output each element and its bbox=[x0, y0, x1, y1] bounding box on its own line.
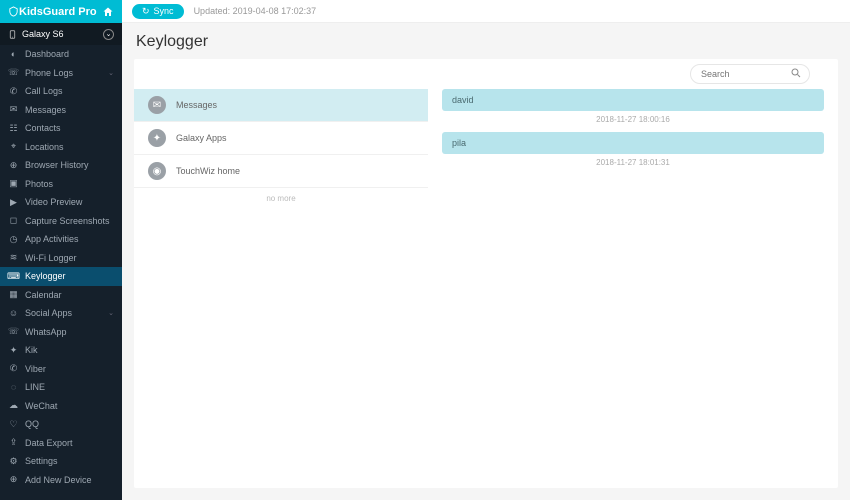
chat-icon: ☺ bbox=[8, 308, 19, 319]
search-row bbox=[442, 59, 824, 89]
shield-icon bbox=[8, 6, 19, 17]
contacts-icon: ☷ bbox=[8, 123, 19, 134]
log-timestamp: 2018-11-27 18:01:31 bbox=[442, 158, 824, 167]
refresh-icon: ↻ bbox=[142, 6, 150, 17]
device-selector[interactable]: Galaxy S6 ⌄ bbox=[0, 23, 122, 45]
chat-icon: ✉ bbox=[8, 104, 19, 115]
main: ↻ Sync Updated: 2019-04-08 17:02:37 Keyl… bbox=[122, 0, 850, 500]
app-item-touchwiz[interactable]: ◉ TouchWiz home bbox=[134, 155, 428, 188]
nav-dashboard[interactable]: ◐Dashboard bbox=[0, 45, 122, 64]
page-title: Keylogger bbox=[122, 23, 850, 59]
location-icon: ⌖ bbox=[8, 141, 19, 152]
log-entry[interactable]: pila bbox=[442, 132, 824, 154]
app-icon: ✦ bbox=[148, 129, 166, 147]
search-row-left bbox=[134, 59, 428, 89]
nav-line[interactable]: ◌LINE bbox=[0, 378, 122, 397]
nav-photos[interactable]: ▣Photos bbox=[0, 175, 122, 194]
topbar: ↻ Sync Updated: 2019-04-08 17:02:37 bbox=[122, 0, 850, 23]
keyboard-icon: ⌨ bbox=[8, 271, 19, 282]
app-list: ✉ Messages ✦ Galaxy Apps ◉ TouchWiz home… bbox=[134, 59, 428, 488]
sync-button[interactable]: ↻ Sync bbox=[132, 4, 184, 19]
line-icon: ◌ bbox=[8, 382, 19, 393]
log-entry[interactable]: david bbox=[442, 89, 824, 111]
no-more-label: no more bbox=[134, 188, 428, 209]
nav-data-export[interactable]: ⇪Data Export bbox=[0, 434, 122, 453]
video-icon: ▶ bbox=[8, 197, 19, 208]
viber-icon: ✆ bbox=[8, 363, 19, 374]
updated-label: Updated: 2019-04-08 17:02:37 bbox=[194, 6, 317, 16]
nav-qq[interactable]: ♡QQ bbox=[0, 415, 122, 434]
apps-icon: ◷ bbox=[8, 234, 19, 245]
log-timestamp: 2018-11-27 18:00:16 bbox=[442, 115, 824, 124]
home-icon[interactable] bbox=[102, 6, 114, 18]
nav-messages[interactable]: ✉Messages bbox=[0, 101, 122, 120]
export-icon: ⇪ bbox=[8, 437, 19, 448]
nav-keylogger[interactable]: ⌨Keylogger bbox=[0, 267, 122, 286]
chevron-down-icon: ⌄ bbox=[108, 69, 114, 77]
chevron-down-icon: ⌄ bbox=[103, 29, 114, 40]
sidebar: KidsGuard Pro Galaxy S6 ⌄ ◐Dashboard ☏Ph… bbox=[0, 0, 122, 500]
call-icon: ✆ bbox=[8, 86, 19, 97]
calendar-icon: ▦ bbox=[8, 289, 19, 300]
log-list: david 2018-11-27 18:00:16 pila 2018-11-2… bbox=[428, 59, 838, 488]
nav-app-activities[interactable]: ◷App Activities bbox=[0, 230, 122, 249]
whatsapp-icon: ☏ bbox=[8, 326, 19, 337]
gear-icon: ⚙ bbox=[8, 456, 19, 467]
nav-phone-logs[interactable]: ☏Phone Logs⌄ bbox=[0, 64, 122, 83]
phone-icon: ☏ bbox=[8, 67, 19, 78]
nav-calendar[interactable]: ▦Calendar bbox=[0, 286, 122, 305]
globe-icon: ⊕ bbox=[8, 160, 19, 171]
gauge-icon: ◐ bbox=[8, 49, 19, 60]
app-item-messages[interactable]: ✉ Messages bbox=[134, 89, 428, 122]
nav-contacts[interactable]: ☷Contacts bbox=[0, 119, 122, 138]
nav-call-logs[interactable]: ✆Call Logs bbox=[0, 82, 122, 101]
kik-icon: ✦ bbox=[8, 345, 19, 356]
nav-wechat[interactable]: ☁WeChat bbox=[0, 397, 122, 416]
wifi-icon: ≋ bbox=[8, 252, 19, 263]
nav-video-preview[interactable]: ▶Video Preview bbox=[0, 193, 122, 212]
image-icon: ▣ bbox=[8, 178, 19, 189]
nav-locations[interactable]: ⌖Locations bbox=[0, 138, 122, 157]
app-icon: ✉ bbox=[148, 96, 166, 114]
brand-name: KidsGuard Pro bbox=[19, 6, 97, 18]
brand-bar[interactable]: KidsGuard Pro bbox=[0, 0, 122, 23]
chevron-down-icon: ⌄ bbox=[108, 309, 114, 317]
content-panel: ✉ Messages ✦ Galaxy Apps ◉ TouchWiz home… bbox=[134, 59, 838, 488]
nav-wifi-logger[interactable]: ≋Wi-Fi Logger bbox=[0, 249, 122, 268]
nav-whatsapp[interactable]: ☏WhatsApp bbox=[0, 323, 122, 342]
plus-icon: ⊕ bbox=[8, 474, 19, 485]
app-item-galaxy-apps[interactable]: ✦ Galaxy Apps bbox=[134, 122, 428, 155]
search-icon[interactable] bbox=[790, 67, 802, 79]
nav-capture-screenshots[interactable]: ◻Capture Screenshots bbox=[0, 212, 122, 231]
wechat-icon: ☁ bbox=[8, 400, 19, 411]
device-name: Galaxy S6 bbox=[22, 29, 64, 39]
nav-browser-history[interactable]: ⊕Browser History bbox=[0, 156, 122, 175]
nav-settings[interactable]: ⚙Settings bbox=[0, 452, 122, 471]
nav-list: ◐Dashboard ☏Phone Logs⌄ ✆Call Logs ✉Mess… bbox=[0, 45, 122, 500]
qq-icon: ♡ bbox=[8, 419, 19, 430]
app-icon: ◉ bbox=[148, 162, 166, 180]
nav-add-new-device[interactable]: ⊕Add New Device bbox=[0, 471, 122, 490]
camera-icon: ◻ bbox=[8, 215, 19, 226]
nav-viber[interactable]: ✆Viber bbox=[0, 360, 122, 379]
nav-social-apps[interactable]: ☺Social Apps⌄ bbox=[0, 304, 122, 323]
nav-kik[interactable]: ✦Kik bbox=[0, 341, 122, 360]
phone-icon bbox=[8, 30, 17, 39]
